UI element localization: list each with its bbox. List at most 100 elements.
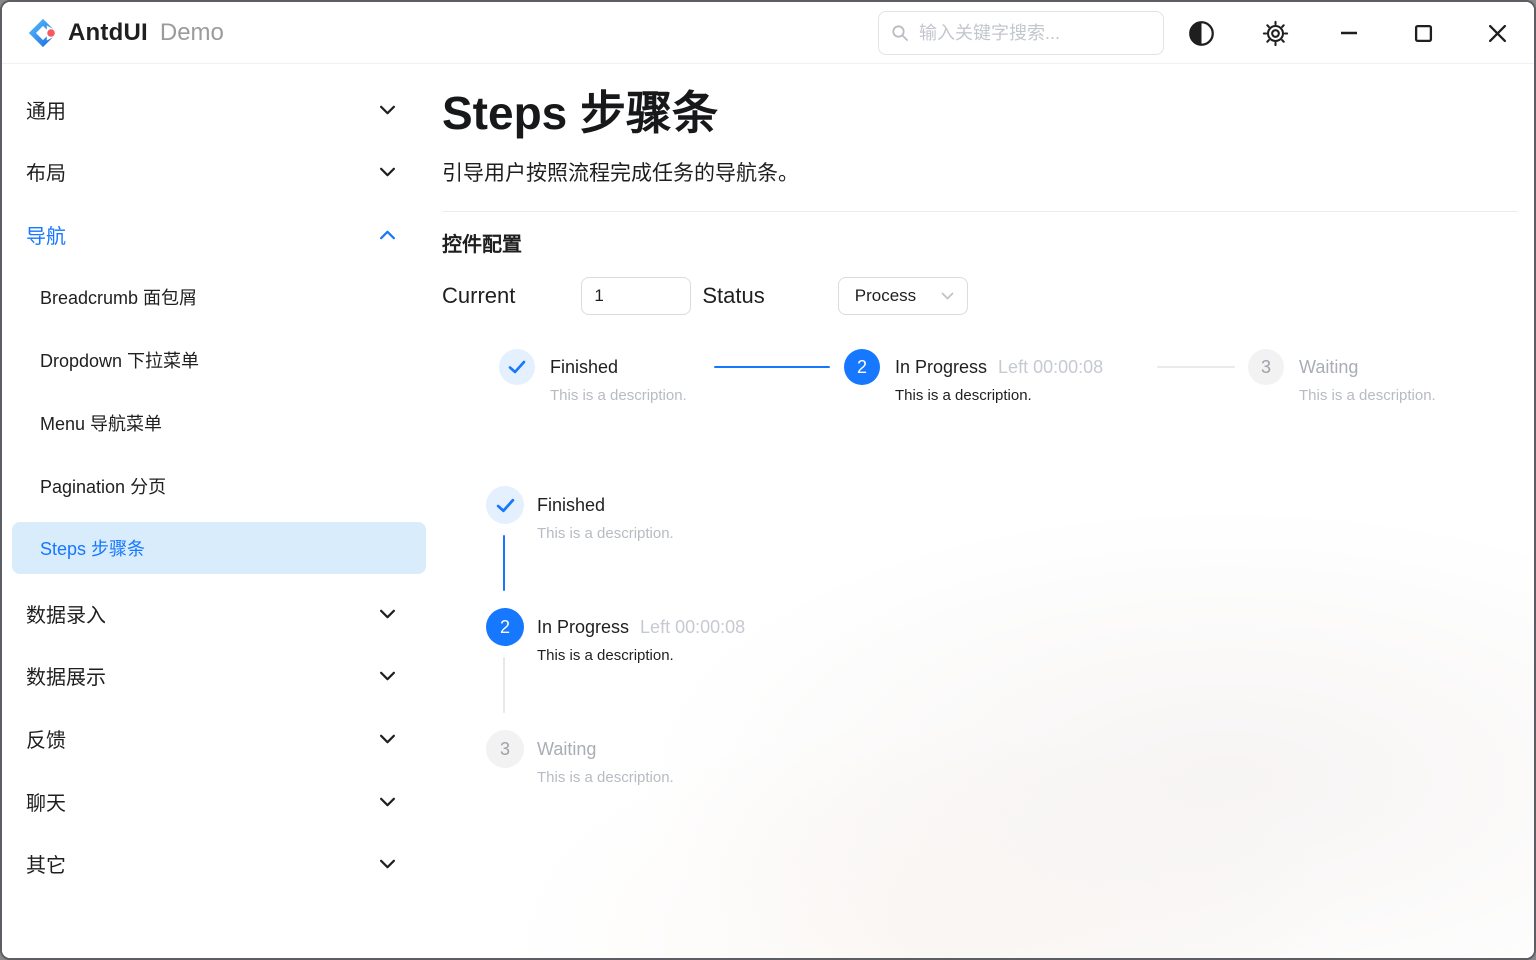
sidebar-group-navigation[interactable]: 导航 (12, 208, 426, 260)
chevron-down-icon (379, 727, 396, 750)
chevron-down-icon (379, 160, 396, 183)
status-select-value: Process (855, 286, 916, 306)
sidebar-item-pagination[interactable]: Pagination 分页 (12, 460, 426, 512)
check-icon (496, 498, 515, 513)
sidebar-item-label: Steps 步骤条 (40, 535, 145, 561)
step-timer: Left 00:00:08 (640, 616, 745, 638)
step-circle (499, 349, 535, 385)
step-finished[interactable]: Finished This is a description. (499, 349, 687, 406)
step-finished[interactable]: Finished This is a description. (486, 486, 674, 544)
sidebar-group-layout[interactable]: 布局 (12, 145, 426, 197)
step-waiting[interactable]: 3 Waiting This is a description. (486, 730, 674, 788)
sidebar-group-label: 通用 (26, 95, 66, 124)
current-label: Current (442, 283, 515, 309)
theme-toggle-button[interactable] (1164, 2, 1238, 64)
sidebar-group-label: 导航 (26, 220, 66, 249)
step-title: Finished (550, 356, 618, 378)
step-description: This is a description. (895, 386, 1103, 406)
sidebar-group-general[interactable]: 通用 (12, 83, 426, 135)
sidebar-item-label: Menu 导航菜单 (40, 410, 162, 436)
config-heading: 控件配置 (442, 230, 522, 260)
step-connector (503, 535, 505, 591)
sidebar-item-label: Breadcrumb 面包屑 (40, 284, 197, 310)
step-texts: Finished This is a description. (550, 349, 687, 406)
settings-button[interactable] (1238, 2, 1312, 64)
step-title: Finished (537, 494, 605, 516)
sidebar-group-label: 数据录入 (26, 599, 106, 628)
main-content: Steps 步骤条 引导用户按照流程完成任务的导航条。 控件配置 Current… (434, 65, 1534, 958)
sidebar-group-label: 反馈 (26, 724, 66, 753)
maximize-icon (1414, 24, 1433, 43)
sidebar-group-label: 布局 (26, 157, 66, 186)
step-title: Waiting (537, 738, 596, 760)
step-connector (503, 657, 505, 713)
step-description: This is a description. (1299, 386, 1436, 406)
sidebar-group-chat[interactable]: 聊天 (12, 775, 426, 827)
brand-name: AntdUI (68, 19, 148, 47)
sidebar-group-data-entry[interactable]: 数据录入 (12, 587, 426, 639)
step-connector (714, 366, 830, 368)
config-controls: Current Status Process (442, 276, 968, 316)
current-input[interactable] (581, 277, 691, 315)
step-circle: 3 (1248, 349, 1284, 385)
step-timer: Left 00:00:08 (998, 356, 1103, 378)
minimize-button[interactable] (1312, 2, 1386, 64)
divider (442, 211, 1518, 212)
step-circle: 3 (486, 730, 524, 768)
close-icon (1488, 24, 1507, 43)
chevron-down-icon (379, 852, 396, 875)
step-waiting[interactable]: 3 Waiting This is a description. (1248, 349, 1436, 406)
step-in-progress[interactable]: 2 In Progress Left 00:00:08 This is a de… (486, 608, 745, 666)
step-circle: 2 (844, 349, 880, 385)
step-description: This is a description. (550, 386, 687, 406)
sidebar-group-data-display[interactable]: 数据展示 (12, 649, 426, 701)
status-select[interactable]: Process (838, 277, 968, 315)
brand-mode: Demo (160, 19, 224, 47)
gear-icon (1262, 20, 1289, 47)
page-description: 引导用户按照流程完成任务的导航条。 (442, 159, 799, 189)
chevron-down-icon (379, 602, 396, 625)
step-circle (486, 486, 524, 524)
sidebar-group-label: 聊天 (26, 787, 66, 816)
status-label: Status (702, 283, 764, 309)
sidebar-item-breadcrumb[interactable]: Breadcrumb 面包屑 (12, 271, 426, 323)
step-texts: In Progress Left 00:00:08 This is a desc… (537, 608, 745, 666)
step-description: This is a description. (537, 524, 674, 544)
chevron-down-icon (379, 664, 396, 687)
chevron-down-icon (379, 790, 396, 813)
titlebar-actions (1164, 2, 1534, 64)
search-box[interactable] (878, 11, 1164, 55)
chevron-down-icon (941, 292, 954, 300)
titlebar: AntdUI Demo (2, 2, 1534, 64)
step-description: This is a description. (537, 646, 745, 666)
step-description: This is a description. (537, 768, 674, 788)
step-number: 3 (500, 739, 510, 760)
sidebar-group-feedback[interactable]: 反馈 (12, 712, 426, 764)
step-number: 2 (500, 617, 510, 638)
step-connector (1157, 366, 1235, 368)
check-icon (508, 360, 526, 374)
theme-toggle-icon (1188, 20, 1215, 47)
step-title: In Progress (537, 616, 629, 638)
search-input[interactable] (917, 22, 1151, 45)
sidebar-item-dropdown[interactable]: Dropdown 下拉菜单 (12, 334, 426, 386)
sidebar-group-other[interactable]: 其它 (12, 837, 426, 889)
steps-vertical: Finished This is a description. 2 In Pro… (442, 486, 1082, 906)
page-title: Steps 步骤条 (442, 81, 718, 145)
step-texts: Finished This is a description. (537, 486, 674, 544)
sidebar: 通用 布局 导航 Breadcrumb 面包屑 Dropdown 下拉菜单 Me… (2, 65, 434, 958)
step-in-progress[interactable]: 2 In Progress Left 00:00:08 This is a de… (844, 349, 1103, 406)
steps-horizontal: Finished This is a description. 2 In Pro… (442, 349, 1534, 439)
step-texts: Waiting This is a description. (1299, 349, 1436, 406)
step-title: Waiting (1299, 356, 1358, 378)
sidebar-group-label: 数据展示 (26, 661, 106, 690)
chevron-up-icon (379, 223, 396, 246)
app-logo-icon (26, 16, 60, 50)
close-button[interactable] (1460, 2, 1534, 64)
step-number: 3 (1261, 357, 1271, 378)
sidebar-item-label: Pagination 分页 (40, 473, 166, 499)
chevron-down-icon (379, 98, 396, 121)
sidebar-item-menu[interactable]: Menu 导航菜单 (12, 397, 426, 449)
sidebar-item-steps[interactable]: Steps 步骤条 (12, 522, 426, 574)
maximize-button[interactable] (1386, 2, 1460, 64)
